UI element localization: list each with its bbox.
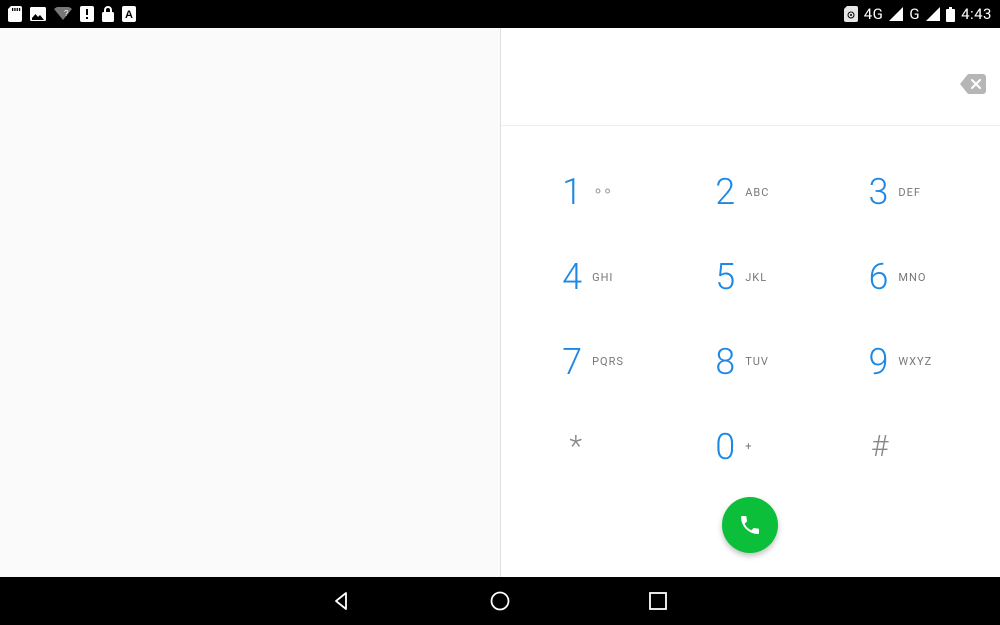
recents-button[interactable] <box>644 587 672 615</box>
call-button[interactable] <box>722 497 778 553</box>
key-0[interactable]: 0 + <box>674 404 827 489</box>
contacts-pane <box>0 28 501 577</box>
network-label-1: 4G <box>864 5 884 23</box>
alert-icon <box>80 6 94 22</box>
dialer-pane: 1 ⚬⚬ 2 ABC 3 DEF 4 GHI 5 JKL <box>501 28 1000 577</box>
battery-icon <box>946 7 955 22</box>
text-card-icon: A <box>122 6 136 22</box>
home-button[interactable] <box>486 587 514 615</box>
svg-text:?: ? <box>64 9 69 18</box>
back-button[interactable] <box>328 587 356 615</box>
wifi-question-icon: ? <box>54 7 72 21</box>
network-label-2: G <box>909 5 920 23</box>
lock-icon <box>102 6 114 22</box>
backspace-button[interactable] <box>960 74 986 94</box>
dial-input-area <box>501 28 1000 126</box>
key-3[interactable]: 3 DEF <box>827 150 980 235</box>
key-2[interactable]: 2 ABC <box>674 150 827 235</box>
phone-icon <box>738 513 762 537</box>
key-7[interactable]: 7 PQRS <box>521 320 674 405</box>
signal-icon-1 <box>889 7 903 21</box>
svg-text:A: A <box>125 9 133 21</box>
sd-card-icon <box>8 6 22 22</box>
navigation-bar <box>0 577 1000 625</box>
key-hash[interactable]: # <box>827 404 980 489</box>
status-bar: ? A 4G G <box>0 0 1000 28</box>
key-4[interactable]: 4 GHI <box>521 235 674 320</box>
signal-icon-2 <box>926 7 940 21</box>
image-icon <box>30 7 46 21</box>
key-9[interactable]: 9 WXYZ <box>827 320 980 405</box>
key-8[interactable]: 8 TUV <box>674 320 827 405</box>
voicemail-icon: ⚬⚬ <box>592 184 611 200</box>
key-6[interactable]: 6 MNO <box>827 235 980 320</box>
clock: 4:43 <box>961 5 992 23</box>
key-star[interactable]: * <box>521 404 674 489</box>
sim-settings-icon <box>844 6 858 22</box>
key-5[interactable]: 5 JKL <box>674 235 827 320</box>
keypad: 1 ⚬⚬ 2 ABC 3 DEF 4 GHI 5 JKL <box>501 126 1000 497</box>
key-1[interactable]: 1 ⚬⚬ <box>521 150 674 235</box>
